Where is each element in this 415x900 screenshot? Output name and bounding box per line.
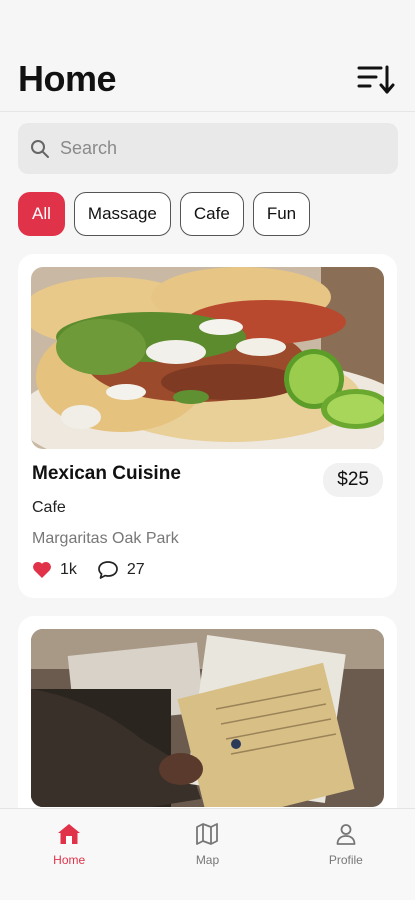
filter-chip-fun[interactable]: Fun (252, 192, 311, 236)
sort-icon (357, 65, 395, 94)
comment-count: 27 (126, 561, 145, 578)
home-icon (58, 824, 81, 844)
filter-chip-all[interactable]: All (18, 192, 65, 236)
tab-map[interactable]: Map (138, 809, 276, 900)
like-count: 1k (60, 561, 77, 578)
page-title: Home (18, 58, 117, 99)
heart-icon (33, 561, 51, 578)
filter-chip-massage[interactable]: Massage (73, 192, 171, 236)
listing-card[interactable]: Mexican Cuisine $25 Cafe Margaritas Oak … (18, 254, 397, 598)
tab-profile[interactable]: Profile (277, 809, 415, 900)
filter-chips: All Massage Cafe Fun (18, 192, 311, 236)
tab-home[interactable]: Home (0, 809, 138, 900)
listing-card[interactable] (18, 616, 397, 836)
tacos-image (31, 267, 384, 449)
search-icon (31, 139, 49, 158)
sort-button[interactable] (356, 62, 396, 98)
card-category: Cafe (32, 499, 66, 516)
documents-image (31, 629, 384, 807)
search-input[interactable] (60, 138, 360, 159)
search-bar[interactable] (18, 123, 398, 174)
tab-label: Map (195, 853, 220, 867)
card-location: Margaritas Oak Park (32, 530, 179, 547)
filter-chip-cafe[interactable]: Cafe (179, 192, 244, 236)
card-stats: 1k 27 (32, 560, 165, 580)
profile-icon (336, 824, 356, 845)
card-title: Mexican Cuisine (32, 463, 181, 484)
comment-button[interactable]: 27 (97, 560, 145, 580)
tab-label: Profile (328, 853, 363, 867)
comment-icon (98, 561, 118, 579)
header: Home (0, 0, 415, 112)
tab-bar: Home Map Profile (0, 808, 415, 900)
map-icon (196, 823, 219, 845)
like-button[interactable]: 1k (32, 561, 77, 579)
price-badge: $25 (323, 463, 383, 497)
tab-label: Home (53, 853, 86, 867)
